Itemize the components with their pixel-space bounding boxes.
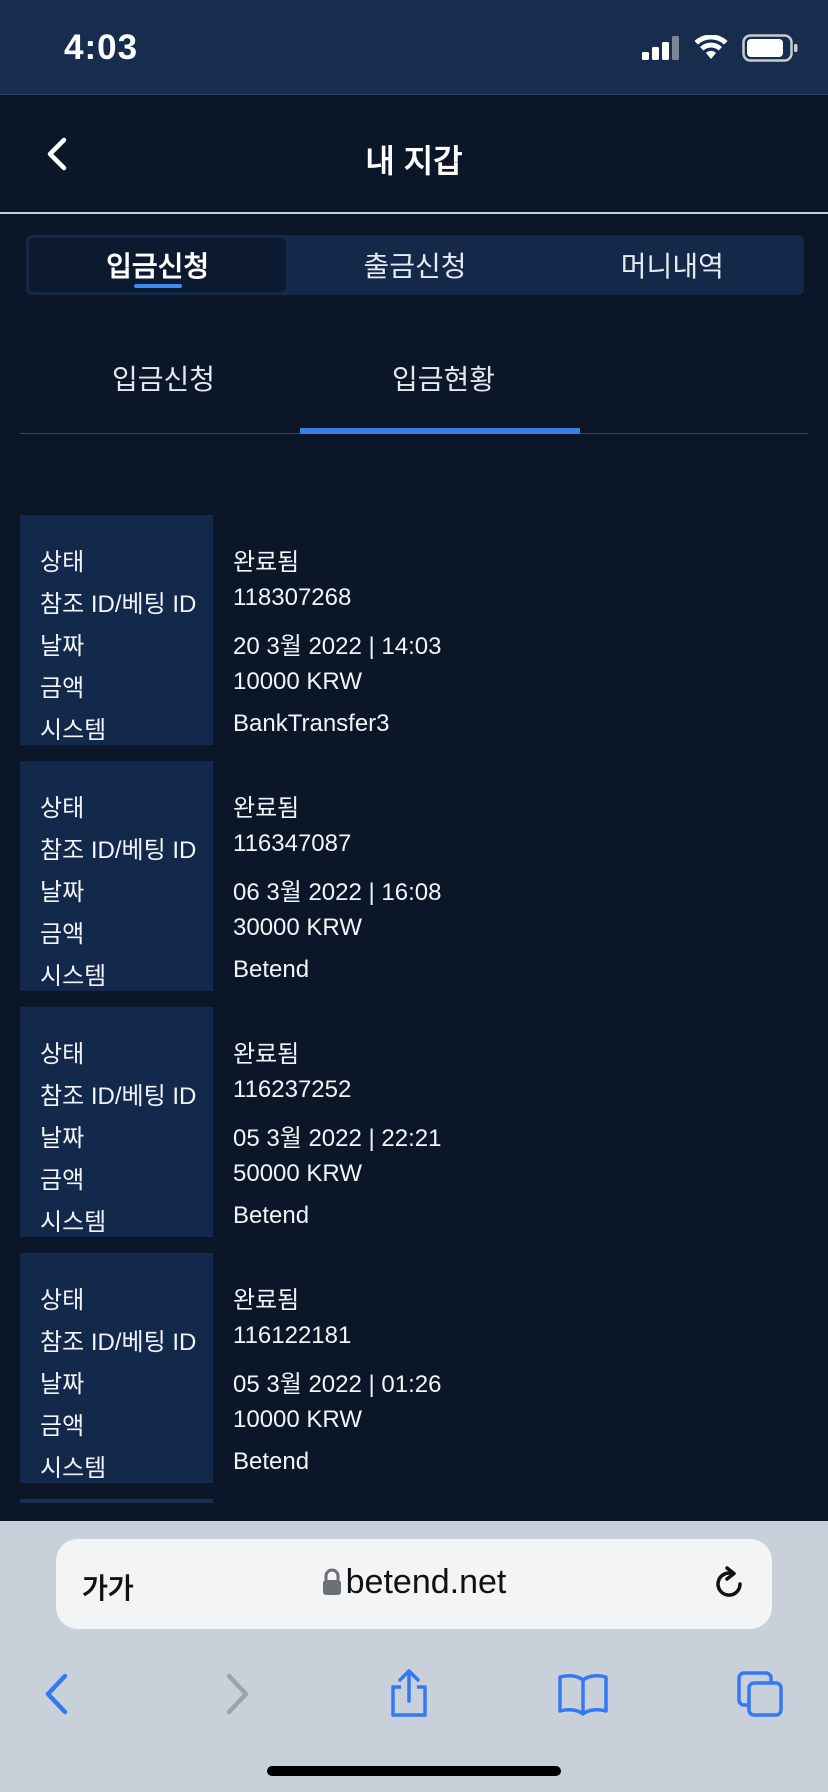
- label-system: 시스템: [40, 717, 107, 744]
- value-amount: 30000 KRW: [233, 914, 362, 941]
- value-status: 완료됨: [233, 1287, 300, 1314]
- status-time: 4:03: [64, 28, 139, 67]
- label-ref-id: 참조 ID/베팅 ID: [40, 1329, 197, 1356]
- tab-money-history[interactable]: 머니내역: [544, 238, 801, 292]
- reload-button[interactable]: [710, 1565, 748, 1603]
- deposit-record-partial: [20, 1499, 213, 1503]
- label-status: 상태: [40, 1287, 85, 1314]
- status-icons: [642, 34, 798, 62]
- bookmarks-button[interactable]: [555, 1666, 611, 1722]
- status-bar: 4:03: [0, 0, 828, 95]
- browser-toolbar: [0, 1656, 828, 1736]
- browser-back-button[interactable]: [30, 1666, 86, 1722]
- label-date: 날짜: [40, 879, 85, 906]
- value-amount: 10000 KRW: [233, 668, 362, 695]
- home-indicator: [267, 1766, 561, 1776]
- book-icon: [558, 1674, 608, 1716]
- tabs-button[interactable]: [732, 1666, 788, 1722]
- address-bar[interactable]: 가가 betend.net: [56, 1539, 772, 1629]
- value-system: Betend: [233, 956, 310, 983]
- reload-icon: [716, 1566, 742, 1597]
- share-icon: [391, 1669, 427, 1717]
- value-date: 05 3월 2022 | 22:21: [233, 1125, 442, 1152]
- label-status: 상태: [40, 795, 85, 822]
- label-date: 날짜: [40, 1371, 85, 1398]
- label-system: 시스템: [40, 963, 107, 990]
- label-ref-id: 참조 ID/베팅 ID: [40, 591, 197, 618]
- value-date: 20 3월 2022 | 14:03: [233, 633, 442, 660]
- sub-tabs: 입금신청 입금현황: [20, 330, 808, 434]
- value-status: 완료됨: [233, 1041, 300, 1068]
- deposit-records-list: 상태 참조 ID/베팅 ID 날짜 금액 시스템 완료됨 118307268 2…: [20, 515, 808, 1503]
- value-ref-id: 116237252: [233, 1076, 352, 1103]
- url-display[interactable]: betend.net: [56, 1563, 772, 1602]
- page-title: 내 지갑: [365, 143, 463, 179]
- label-ref-id: 참조 ID/베팅 ID: [40, 837, 197, 864]
- value-system: Betend: [233, 1448, 310, 1475]
- lock-icon: [322, 1568, 341, 1595]
- value-status: 완료됨: [233, 549, 300, 576]
- subtab-deposit-status[interactable]: 입금현황: [392, 358, 495, 398]
- label-amount: 금액: [40, 1413, 85, 1440]
- label-amount: 금액: [40, 921, 85, 948]
- label-system: 시스템: [40, 1455, 107, 1482]
- label-system: 시스템: [40, 1209, 107, 1236]
- share-button[interactable]: [381, 1666, 437, 1722]
- value-date: 05 3월 2022 | 01:26: [233, 1371, 442, 1398]
- active-subtab-indicator: [300, 428, 580, 434]
- deposit-record: 상태 참조 ID/베팅 ID 날짜 금액 시스템 완료됨 116237252 0…: [20, 1007, 808, 1237]
- subtab-deposit-request[interactable]: 입금신청: [112, 358, 215, 398]
- cellular-signal-icon: [642, 36, 679, 60]
- label-ref-id: 참조 ID/베팅 ID: [40, 1083, 197, 1110]
- value-status: 완료됨: [233, 795, 300, 822]
- value-amount: 50000 KRW: [233, 1160, 362, 1187]
- browser-forward-button[interactable]: [208, 1666, 264, 1722]
- url-text: betend.net: [345, 1563, 507, 1601]
- label-status: 상태: [40, 549, 85, 576]
- browser-bottom-bar: 가가 betend.net: [0, 1521, 828, 1792]
- chevron-left-icon: [45, 1673, 68, 1715]
- deposit-record: 상태 참조 ID/베팅 ID 날짜 금액 시스템 완료됨 116122181 0…: [20, 1253, 808, 1483]
- value-system: Betend: [233, 1202, 310, 1229]
- label-date: 날짜: [40, 1125, 85, 1152]
- tabs-icon: [737, 1671, 783, 1717]
- battery-icon: [742, 34, 798, 62]
- chevron-right-icon: [226, 1673, 249, 1715]
- tab-deposit-request[interactable]: 입금신청: [29, 238, 287, 292]
- deposit-record: 상태 참조 ID/베팅 ID 날짜 금액 시스템 완료됨 116347087 0…: [20, 761, 808, 991]
- app-header: 내 지갑: [0, 96, 828, 214]
- tab-withdraw-request[interactable]: 출금신청: [286, 238, 543, 292]
- value-date: 06 3월 2022 | 16:08: [233, 879, 442, 906]
- label-amount: 금액: [40, 1167, 85, 1194]
- label-amount: 금액: [40, 675, 85, 702]
- value-ref-id: 118307268: [233, 584, 352, 611]
- main-tabs: 입금신청 출금신청 머니내역: [26, 235, 804, 295]
- value-ref-id: 116347087: [233, 830, 352, 857]
- label-date: 날짜: [40, 633, 85, 660]
- value-amount: 10000 KRW: [233, 1406, 362, 1433]
- label-status: 상태: [40, 1041, 85, 1068]
- wifi-icon: [694, 35, 728, 59]
- value-ref-id: 116122181: [233, 1322, 352, 1349]
- value-system: BankTransfer3: [233, 710, 390, 737]
- deposit-record: 상태 참조 ID/베팅 ID 날짜 금액 시스템 완료됨 118307268 2…: [20, 515, 808, 745]
